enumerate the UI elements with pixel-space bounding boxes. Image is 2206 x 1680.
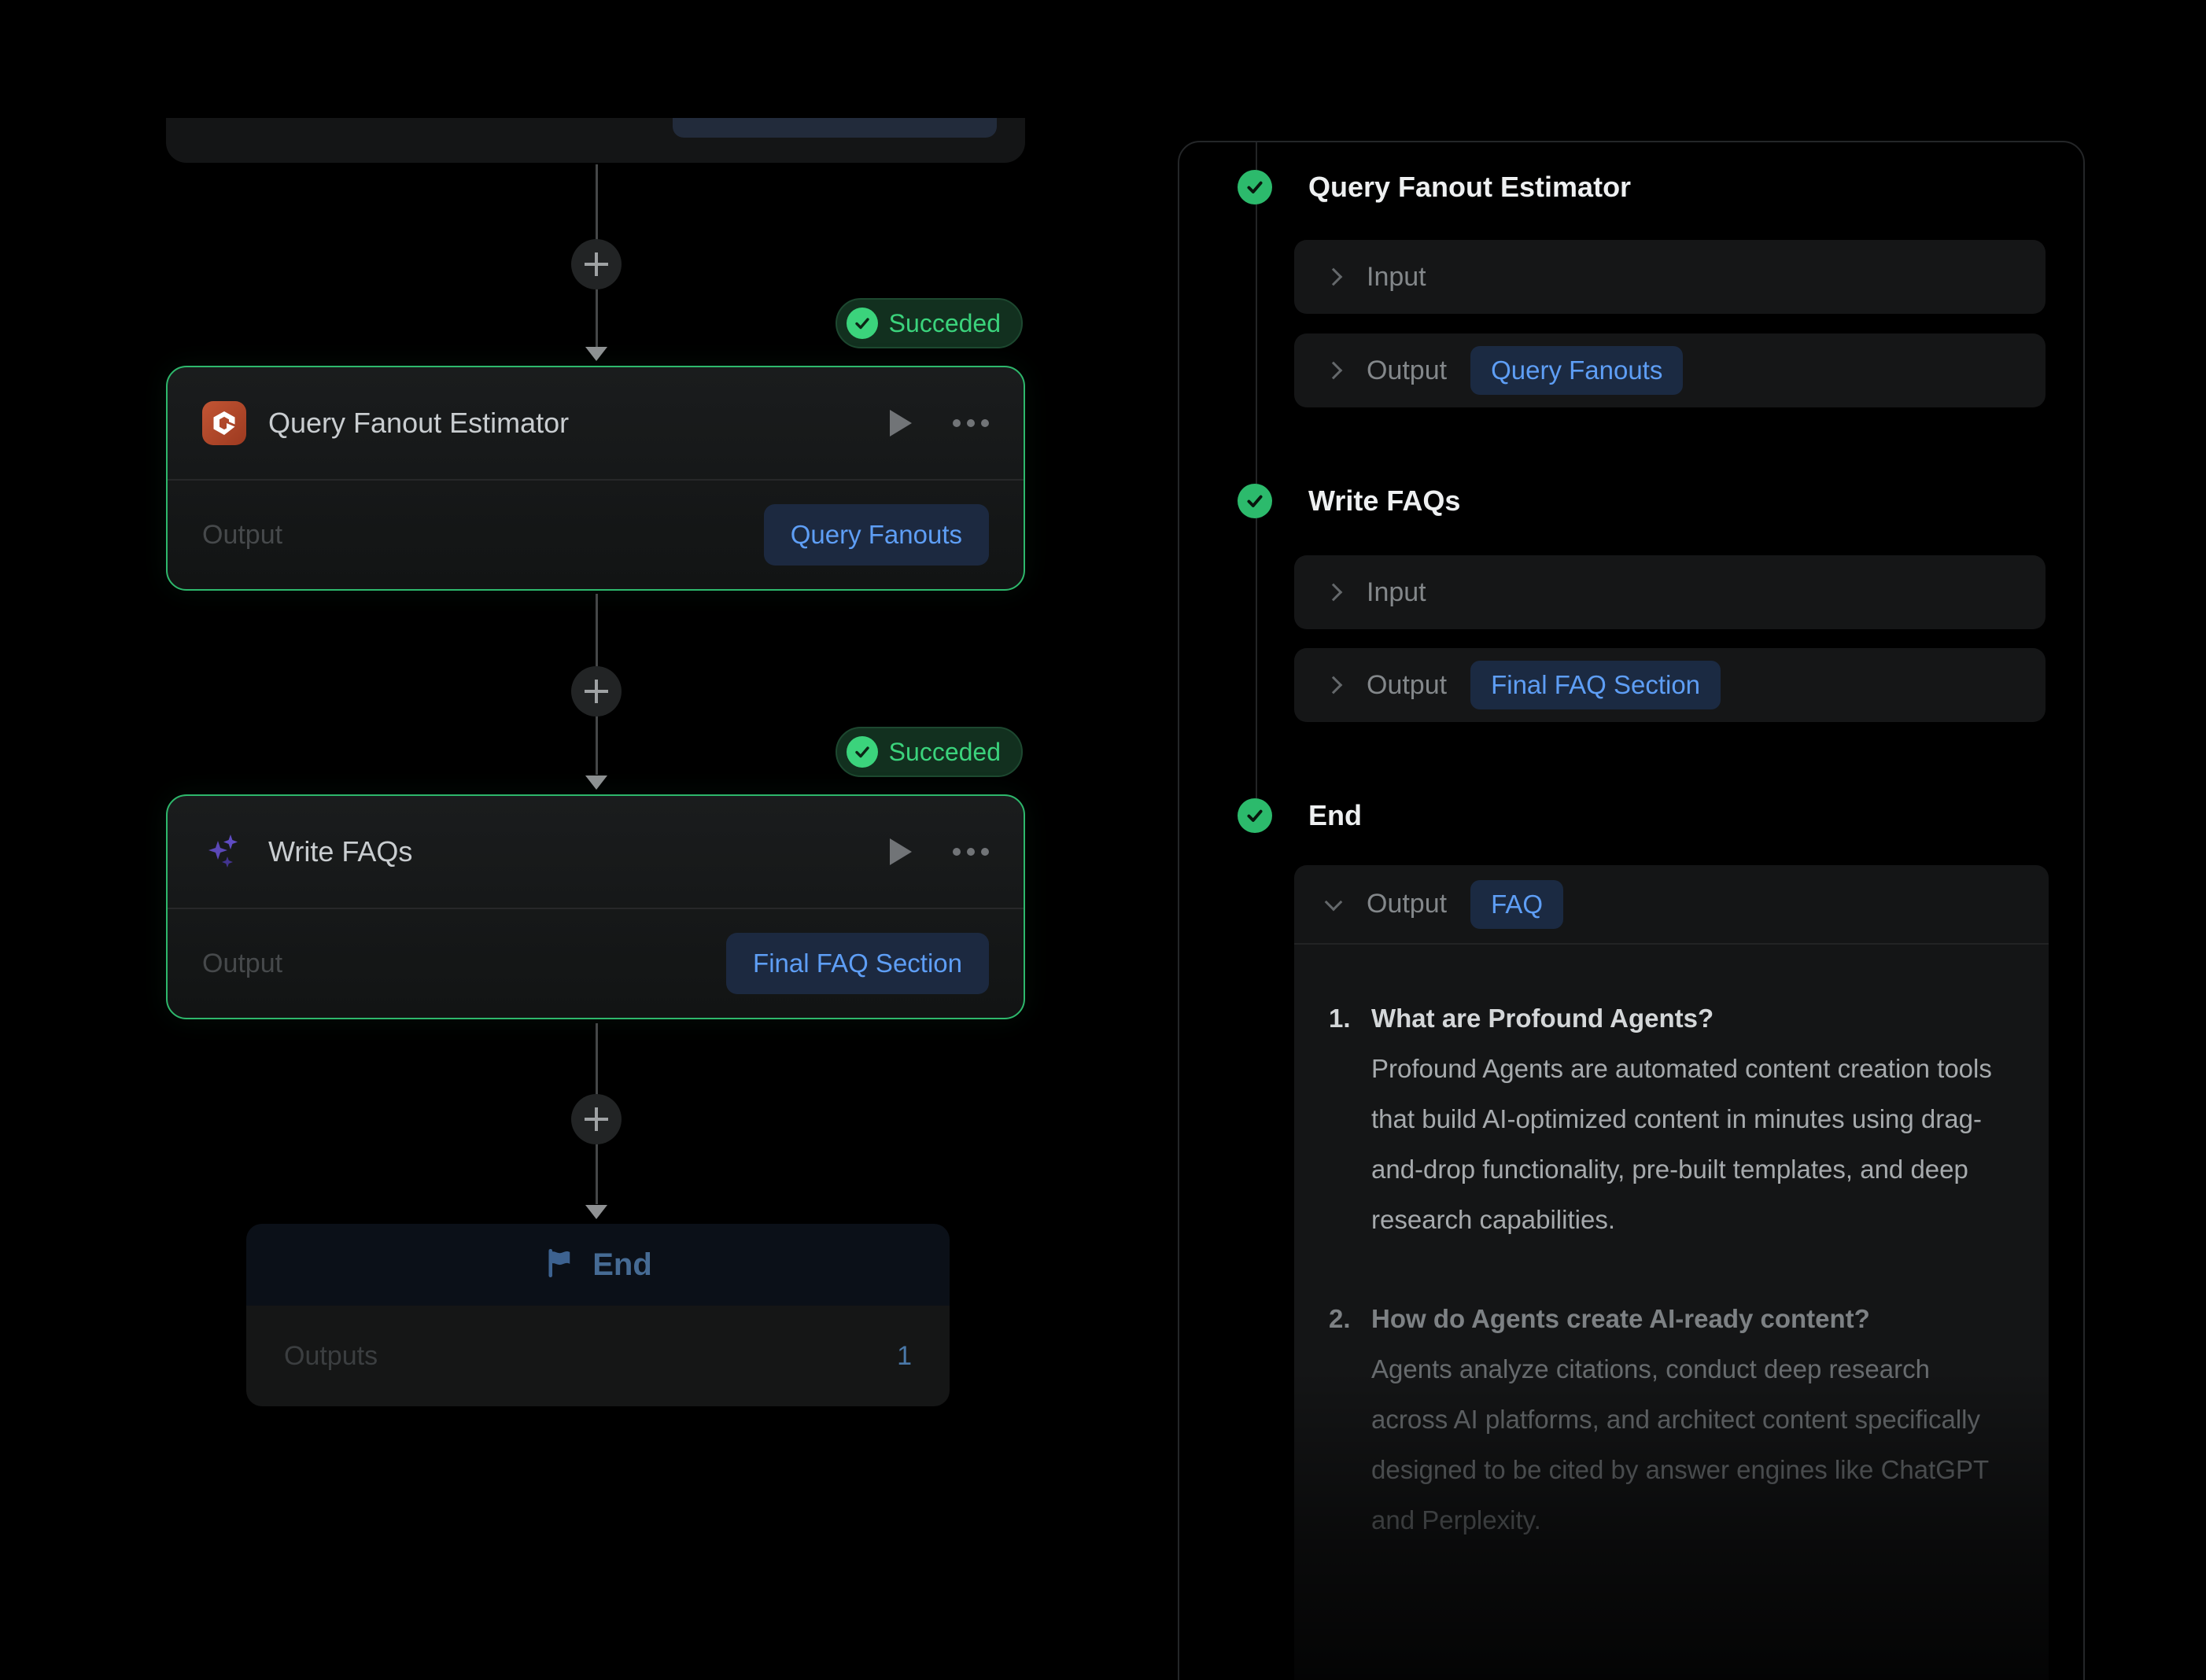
check-circle-icon bbox=[1238, 170, 1272, 204]
section-title: End bbox=[1308, 798, 1362, 833]
chevron-right-icon bbox=[1325, 676, 1343, 694]
chevron-right-icon bbox=[1325, 584, 1343, 602]
node-output-pill[interactable]: Final FAQ Section bbox=[726, 933, 989, 994]
section-title: Query Fanout Estimator bbox=[1308, 170, 1631, 204]
output-tag-pill[interactable]: Final FAQ Section bbox=[1470, 661, 1721, 709]
faq-content: 1. What are Profound Agents? Profound Ag… bbox=[1294, 945, 2049, 1546]
faq-number: 1. bbox=[1329, 993, 1351, 1044]
add-node-button[interactable] bbox=[571, 666, 622, 717]
chevron-right-icon bbox=[1325, 268, 1343, 286]
faq-item: 2. How do Agents create AI-ready content… bbox=[1329, 1294, 2014, 1546]
check-circle-icon bbox=[847, 736, 878, 768]
timeline-connector bbox=[1256, 142, 1257, 816]
run-node-icon[interactable] bbox=[890, 410, 912, 437]
faq-answer: Agents analyze citations, conduct deep r… bbox=[1371, 1344, 1993, 1546]
end-node-title: End bbox=[592, 1247, 652, 1283]
node-output-label: Output bbox=[202, 949, 282, 979]
status-badge-label: Succeded bbox=[889, 309, 1001, 338]
check-circle-icon bbox=[1238, 484, 1272, 518]
arrow-down-icon bbox=[585, 1205, 607, 1219]
row-label: Output bbox=[1367, 889, 1447, 919]
workflow-app: Succeded Query Fanout Estimator Output Q… bbox=[0, 0, 2206, 1680]
sparkles-icon bbox=[202, 830, 246, 874]
truncated-node-output-pill bbox=[673, 118, 997, 138]
section-title: Write FAQs bbox=[1308, 484, 1460, 518]
node-query-fanout-estimator[interactable]: Query Fanout Estimator Output Query Fano… bbox=[166, 366, 1025, 591]
faq-question: How do Agents create AI-ready content? bbox=[1371, 1294, 2014, 1344]
status-badge: Succeded bbox=[836, 298, 1023, 348]
chevron-right-icon bbox=[1325, 362, 1343, 380]
end-outputs-count: 1 bbox=[897, 1341, 912, 1372]
node-end[interactable]: End Outputs 1 bbox=[246, 1224, 950, 1406]
faq-answer: Profound Agents are automated content cr… bbox=[1371, 1044, 1993, 1245]
truncated-node[interactable] bbox=[166, 118, 1025, 163]
node-output-pill[interactable]: Query Fanouts bbox=[764, 504, 989, 566]
check-circle-icon bbox=[847, 308, 878, 339]
node-menu-icon[interactable] bbox=[953, 419, 989, 427]
end-output-header[interactable]: Output FAQ bbox=[1294, 865, 2049, 945]
status-badge-label: Succeded bbox=[889, 738, 1001, 767]
arrow-down-icon bbox=[585, 776, 607, 790]
chevron-down-icon bbox=[1325, 893, 1343, 911]
faq-item: 1. What are Profound Agents? Profound Ag… bbox=[1329, 993, 2014, 1245]
faq-question: What are Profound Agents? bbox=[1371, 993, 2014, 1044]
node-write-faqs[interactable]: Write FAQs Output Final FAQ Section bbox=[166, 794, 1025, 1019]
row-label: Input bbox=[1367, 262, 1426, 293]
arrow-down-icon bbox=[585, 347, 607, 361]
run-node-icon[interactable] bbox=[890, 838, 912, 865]
node-title: Write FAQs bbox=[268, 835, 890, 868]
row-label: Output bbox=[1367, 670, 1447, 701]
flag-icon bbox=[544, 1247, 577, 1284]
output-tag-pill[interactable]: FAQ bbox=[1470, 880, 1563, 929]
status-badge: Succeded bbox=[836, 727, 1023, 777]
profound-logo-icon bbox=[202, 401, 246, 445]
node-menu-icon[interactable] bbox=[953, 848, 989, 856]
check-circle-icon bbox=[1238, 798, 1272, 833]
faq-number: 2. bbox=[1329, 1294, 1351, 1344]
input-row[interactable]: Input bbox=[1294, 240, 2046, 314]
row-label: Input bbox=[1367, 577, 1426, 608]
end-output-box: Output FAQ 1. What are Profound Agents? … bbox=[1294, 865, 2049, 1680]
node-title: Query Fanout Estimator bbox=[268, 407, 890, 440]
output-tag-pill[interactable]: Query Fanouts bbox=[1470, 346, 1683, 395]
output-row[interactable]: Output Query Fanouts bbox=[1294, 333, 2046, 407]
add-node-button[interactable] bbox=[571, 1094, 622, 1144]
end-outputs-label: Outputs bbox=[284, 1341, 378, 1372]
node-output-label: Output bbox=[202, 520, 282, 551]
add-node-button[interactable] bbox=[571, 239, 622, 289]
row-label: Output bbox=[1367, 356, 1447, 386]
input-row[interactable]: Input bbox=[1294, 555, 2046, 629]
output-row[interactable]: Output Final FAQ Section bbox=[1294, 648, 2046, 722]
